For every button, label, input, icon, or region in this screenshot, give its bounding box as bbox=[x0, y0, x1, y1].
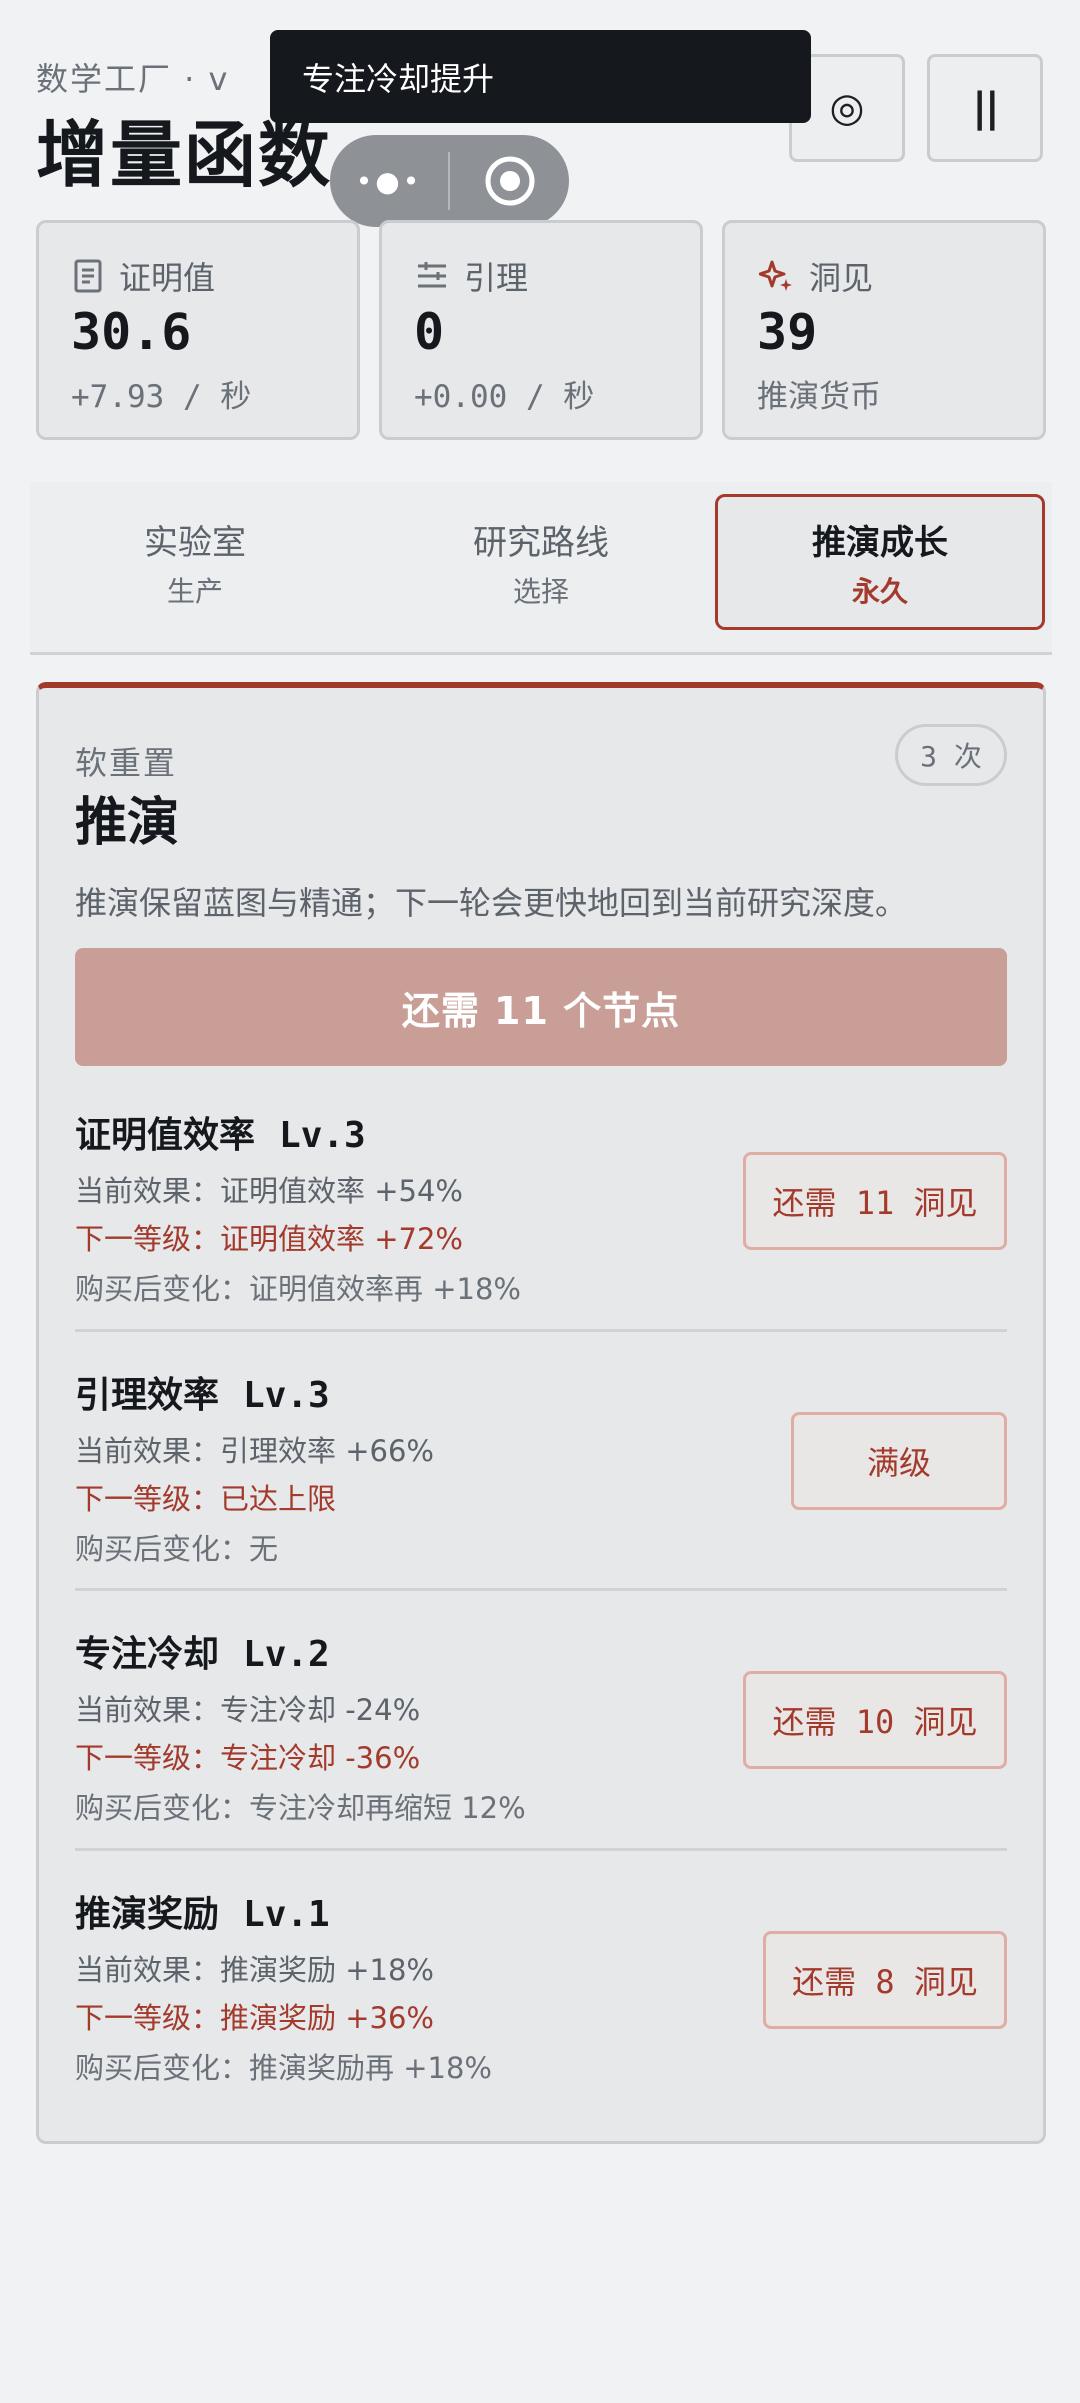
panel-title: 推演 bbox=[75, 793, 180, 853]
tab-label: 推演成长 bbox=[812, 522, 948, 563]
upgrade-change: 购买后变化：专注冷却再缩短 12% bbox=[75, 1791, 526, 1825]
main-tabs: 实验室 生产 研究路线 选择 推演成长 永久 bbox=[30, 482, 1052, 655]
upgrade-buy-button[interactable]: 还需 10 洞见 bbox=[743, 1671, 1007, 1769]
more-icon: •●• bbox=[355, 164, 423, 198]
upgrade-next: 下一等级：证明值效率 +72% bbox=[75, 1222, 463, 1256]
toast-text: 专注冷却提升 bbox=[302, 59, 495, 98]
upgrade-change: 购买后变化：无 bbox=[75, 1532, 279, 1566]
upgrade-name: 推演奖励 bbox=[75, 1894, 220, 1935]
upgrade-current: 当前效果：专注冷却 -24% bbox=[75, 1693, 421, 1727]
stat-card-proof: 证明值 30.6 +7.93 / 秒 bbox=[36, 220, 360, 440]
target-icon: ◎ bbox=[829, 85, 865, 131]
upgrade-buy-button[interactable]: 还需 8 洞见 bbox=[763, 1931, 1007, 2029]
deduce-button[interactable]: 还需 11 个节点 bbox=[75, 948, 1007, 1066]
tab-sublabel: 永久 bbox=[851, 574, 908, 608]
deduce-button-label: 还需 11 个节点 bbox=[401, 988, 681, 1033]
upgrade-name: 专注冷却 bbox=[75, 1634, 220, 1675]
upgrade-item: 证明值效率 Lv.3 当前效果：证明值效率 +54% 下一等级：证明值效率 +72… bbox=[75, 1106, 1007, 1336]
upgrade-next: 下一等级：推演奖励 +36% bbox=[75, 2001, 434, 2035]
tab-deduction[interactable]: 推演成长 永久 bbox=[715, 494, 1045, 630]
tab-sublabel: 选择 bbox=[512, 574, 569, 608]
more-button[interactable]: •●• bbox=[330, 135, 448, 227]
upgrade-next: 下一等级：已达上限 bbox=[75, 1482, 337, 1516]
upgrade-current: 当前效果：推演奖励 +18% bbox=[75, 1953, 434, 1987]
upgrade-current: 当前效果：引理效率 +66% bbox=[75, 1434, 434, 1468]
stat-rate: +0.00 / 秒 bbox=[414, 379, 595, 415]
upgrade-change: 购买后变化：证明值效率再 +18% bbox=[75, 1272, 521, 1306]
divider bbox=[75, 1588, 1007, 1591]
stat-label: 引理 bbox=[464, 259, 529, 297]
close-miniprogram-button[interactable] bbox=[450, 154, 569, 208]
upgrade-item: 推演奖励 Lv.1 当前效果：推演奖励 +18% 下一等级：推演奖励 +36% 购… bbox=[75, 1885, 1007, 2115]
pause-button[interactable]: || bbox=[927, 54, 1043, 162]
tab-lab[interactable]: 实验室 生产 bbox=[30, 494, 360, 630]
upgrade-name: 引理效率 bbox=[75, 1375, 220, 1416]
tab-label: 研究路线 bbox=[473, 522, 609, 563]
upgrade-maxed-button[interactable]: 满级 bbox=[791, 1412, 1007, 1510]
record-icon bbox=[485, 156, 534, 206]
upgrade-level: Lv.2 bbox=[243, 1634, 330, 1675]
app-subtitle: 数学工厂 · v bbox=[36, 60, 230, 98]
upgrade-item: 专注冷却 Lv.2 当前效果：专注冷却 -24% 下一等级：专注冷却 -36% 购… bbox=[75, 1625, 1007, 1855]
stat-label: 证明值 bbox=[119, 259, 216, 297]
stat-label: 洞见 bbox=[809, 259, 874, 297]
capsule-menu: •●• bbox=[330, 135, 569, 227]
document-icon bbox=[74, 259, 102, 293]
deduction-panel: 软重置 推演 3 次 推演保留蓝图与精通；下一轮会更快地回到当前研究深度。 还需… bbox=[36, 682, 1046, 2144]
upgrade-level: Lv.1 bbox=[243, 1894, 330, 1935]
pause-icon: || bbox=[972, 85, 999, 131]
upgrade-level: Lv.3 bbox=[243, 1375, 330, 1416]
tab-research[interactable]: 研究路线 选择 bbox=[376, 494, 706, 630]
count-badge: 3 次 bbox=[895, 724, 1007, 786]
tab-label: 实验室 bbox=[144, 522, 246, 563]
stat-rate: +7.93 / 秒 bbox=[71, 379, 252, 415]
upgrade-name: 证明值效率 bbox=[75, 1115, 256, 1156]
upgrade-item: 引理效率 Lv.3 当前效果：引理效率 +66% 下一等级：已达上限 购买后变化：… bbox=[75, 1366, 1007, 1596]
sparkle-icon bbox=[759, 260, 792, 291]
stat-card-lemma: 引理 0 +0.00 / 秒 bbox=[379, 220, 703, 440]
stat-value: 30.6 bbox=[71, 303, 192, 361]
sliders-icon bbox=[418, 262, 446, 288]
divider bbox=[75, 1329, 1007, 1332]
stat-value: 0 bbox=[414, 303, 445, 361]
upgrade-level: Lv.3 bbox=[279, 1115, 366, 1156]
tab-sublabel: 生产 bbox=[166, 574, 223, 608]
panel-description: 推演保留蓝图与精通；下一轮会更快地回到当前研究深度。 bbox=[75, 884, 908, 922]
stat-rate: 推演货币 bbox=[757, 379, 881, 415]
toast-notification: 专注冷却提升 bbox=[270, 30, 811, 123]
stat-value: 39 bbox=[757, 303, 818, 361]
upgrade-buy-button[interactable]: 还需 11 洞见 bbox=[743, 1152, 1007, 1250]
panel-kicker: 软重置 bbox=[75, 744, 178, 782]
stat-card-insight: 洞见 39 推演货币 bbox=[722, 220, 1046, 440]
upgrade-current: 当前效果：证明值效率 +54% bbox=[75, 1174, 463, 1208]
upgrade-change: 购买后变化：推演奖励再 +18% bbox=[75, 2051, 492, 2085]
upgrade-next: 下一等级：专注冷却 -36% bbox=[75, 1741, 421, 1775]
divider bbox=[75, 1848, 1007, 1851]
